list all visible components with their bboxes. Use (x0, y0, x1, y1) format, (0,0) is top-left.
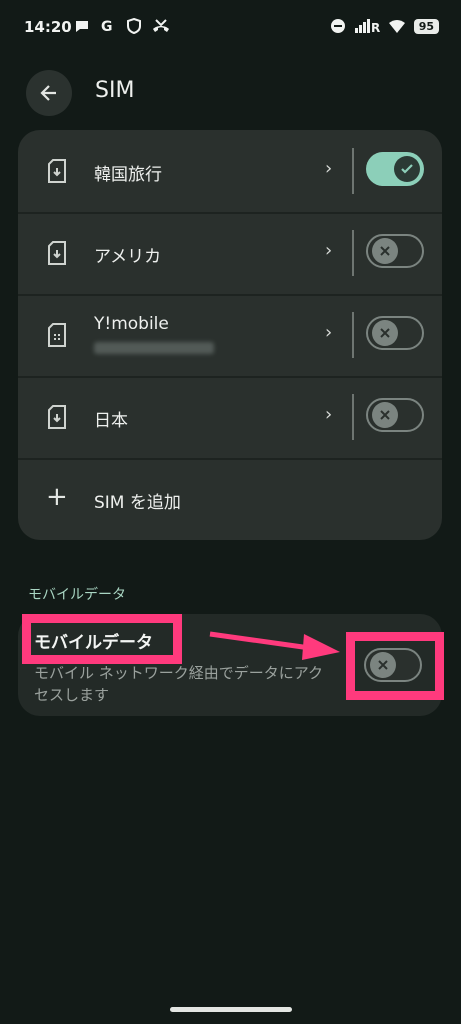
toggle-knob (372, 238, 398, 264)
sim-toggle[interactable] (366, 398, 424, 432)
arrow-back-icon (40, 85, 56, 101)
divider (352, 148, 354, 194)
sim-list-card: 韓国旅行 › アメリカ › Y!mobile › 日本 › + SIM を追加 (18, 130, 442, 540)
shield-icon (127, 18, 141, 34)
status-right-icons: R 95 (330, 18, 439, 34)
plus-icon: + (46, 482, 68, 512)
chevron-right-icon[interactable]: › (325, 158, 332, 179)
signal-icon: R (354, 19, 380, 34)
close-icon (380, 410, 390, 420)
check-icon (401, 164, 413, 174)
esim-download-icon (48, 405, 66, 429)
close-icon (378, 660, 388, 670)
status-left-icons: G (74, 18, 170, 34)
top-app-bar: SIM (0, 62, 461, 120)
gesture-nav-handle[interactable] (170, 1007, 292, 1012)
sim-label: Y!mobile (94, 314, 169, 334)
toggle-knob (394, 156, 420, 182)
battery-icon: 95 (413, 18, 439, 34)
signal-label: R (371, 21, 380, 34)
divider (352, 230, 354, 276)
close-icon (380, 246, 390, 256)
mobile-data-subtitle: モバイル ネットワーク経由でデータにアクセスします (34, 664, 324, 704)
close-icon (380, 328, 390, 338)
toggle-knob (370, 652, 396, 678)
chat-bubble-icon (76, 21, 88, 32)
status-time: 14:20 (24, 18, 72, 36)
mobile-data-title: モバイルデータ (34, 633, 153, 653)
sim-row-ymobile[interactable]: Y!mobile › (18, 294, 442, 378)
redacted-phone-number (94, 342, 214, 354)
missed-call-icon (153, 19, 169, 32)
mobile-data-toggle[interactable] (364, 648, 422, 682)
wifi-icon (388, 20, 405, 33)
section-header-mobile-data: モバイルデータ (28, 587, 126, 603)
do-not-disturb-icon (330, 19, 345, 33)
back-button[interactable] (26, 70, 72, 116)
divider (352, 312, 354, 358)
page-title: SIM (95, 78, 135, 103)
esim-download-icon (48, 241, 66, 265)
toggle-knob (372, 320, 398, 346)
add-sim-label: SIM を追加 (94, 493, 181, 513)
sim-toggle[interactable] (366, 316, 424, 350)
esim-download-icon (48, 159, 66, 183)
chevron-right-icon[interactable]: › (325, 322, 332, 343)
sim-label: 韓国旅行 (94, 165, 162, 185)
sim-label: アメリカ (94, 247, 162, 267)
status-bar: 14:20 G R 95 (0, 0, 461, 56)
add-sim-button[interactable]: + SIM を追加 (18, 460, 442, 540)
google-g-icon: G (101, 19, 113, 34)
toggle-knob (372, 402, 398, 428)
sim-row-korea-travel[interactable]: 韓国旅行 › (18, 130, 442, 214)
sim-label: 日本 (94, 411, 128, 431)
sim-row-japan[interactable]: 日本 › (18, 376, 442, 460)
sim-card-icon (48, 323, 66, 347)
sim-toggle[interactable] (366, 152, 424, 186)
svg-text:G: G (101, 19, 113, 34)
chevron-right-icon[interactable]: › (325, 404, 332, 425)
annotation-arrow-icon (209, 631, 340, 660)
chevron-right-icon[interactable]: › (325, 240, 332, 261)
sim-row-america[interactable]: アメリカ › (18, 212, 442, 296)
sim-toggle[interactable] (366, 234, 424, 268)
divider (352, 394, 354, 440)
